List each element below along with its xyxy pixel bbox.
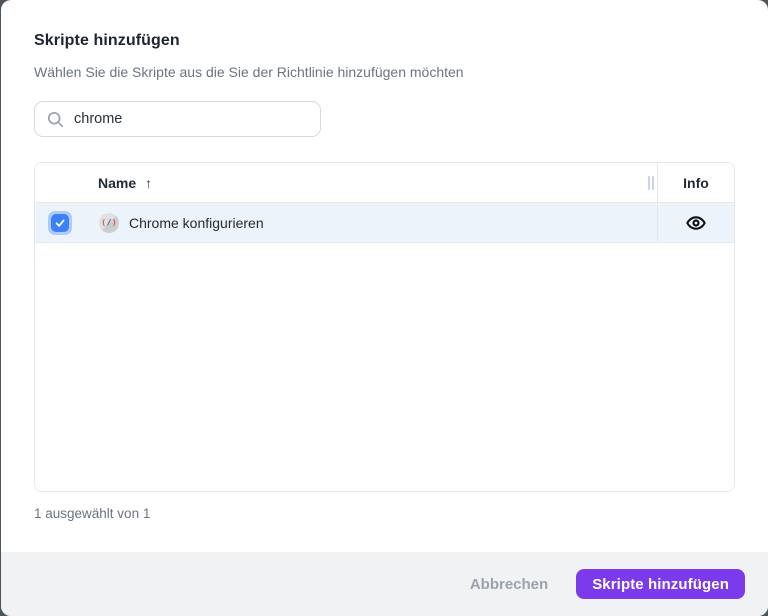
search-box[interactable] <box>34 101 321 137</box>
column-resize-handle[interactable] <box>648 175 654 190</box>
add-scripts-button[interactable]: Skripte hinzufügen <box>576 569 745 599</box>
table-row[interactable]: (/) Chrome konfigurieren <box>35 203 734 243</box>
table-cell-name: (/) Chrome konfigurieren <box>35 203 657 242</box>
dialog-footer: Abbrechen Skripte hinzufügen <box>1 552 768 616</box>
search-icon <box>47 111 64 128</box>
cancel-button[interactable]: Abbrechen <box>464 576 554 593</box>
column-header-name[interactable]: Name ↑ <box>35 163 657 202</box>
checkmark-icon <box>51 213 69 232</box>
column-header-info: Info <box>657 163 734 202</box>
column-header-name-label: Name <box>98 174 137 191</box>
dialog-subtitle: Wählen Sie die Skripte aus die Sie der R… <box>34 64 464 80</box>
dialog-body: Skripte hinzufügen Wählen Sie die Skript… <box>1 0 768 552</box>
eye-icon[interactable] <box>686 213 706 233</box>
selection-summary: 1 ausgewählt von 1 <box>34 506 151 521</box>
dialog-title: Skripte hinzufügen <box>34 32 180 49</box>
search-input[interactable] <box>74 111 310 127</box>
scripts-table: Name ↑ Info (/) Chrome konfigurieren <box>34 162 735 492</box>
table-empty-area <box>35 243 734 491</box>
column-header-info-label: Info <box>683 174 709 191</box>
script-icon: (/) <box>99 212 119 233</box>
table-header-row: Name ↑ Info <box>35 163 734 203</box>
table-cell-info <box>657 203 734 242</box>
script-name: Chrome konfigurieren <box>129 214 264 231</box>
sort-ascending-icon[interactable]: ↑ <box>145 175 152 191</box>
add-scripts-dialog: Skripte hinzufügen Wählen Sie die Skript… <box>1 0 768 616</box>
row-checkbox[interactable] <box>48 210 72 235</box>
